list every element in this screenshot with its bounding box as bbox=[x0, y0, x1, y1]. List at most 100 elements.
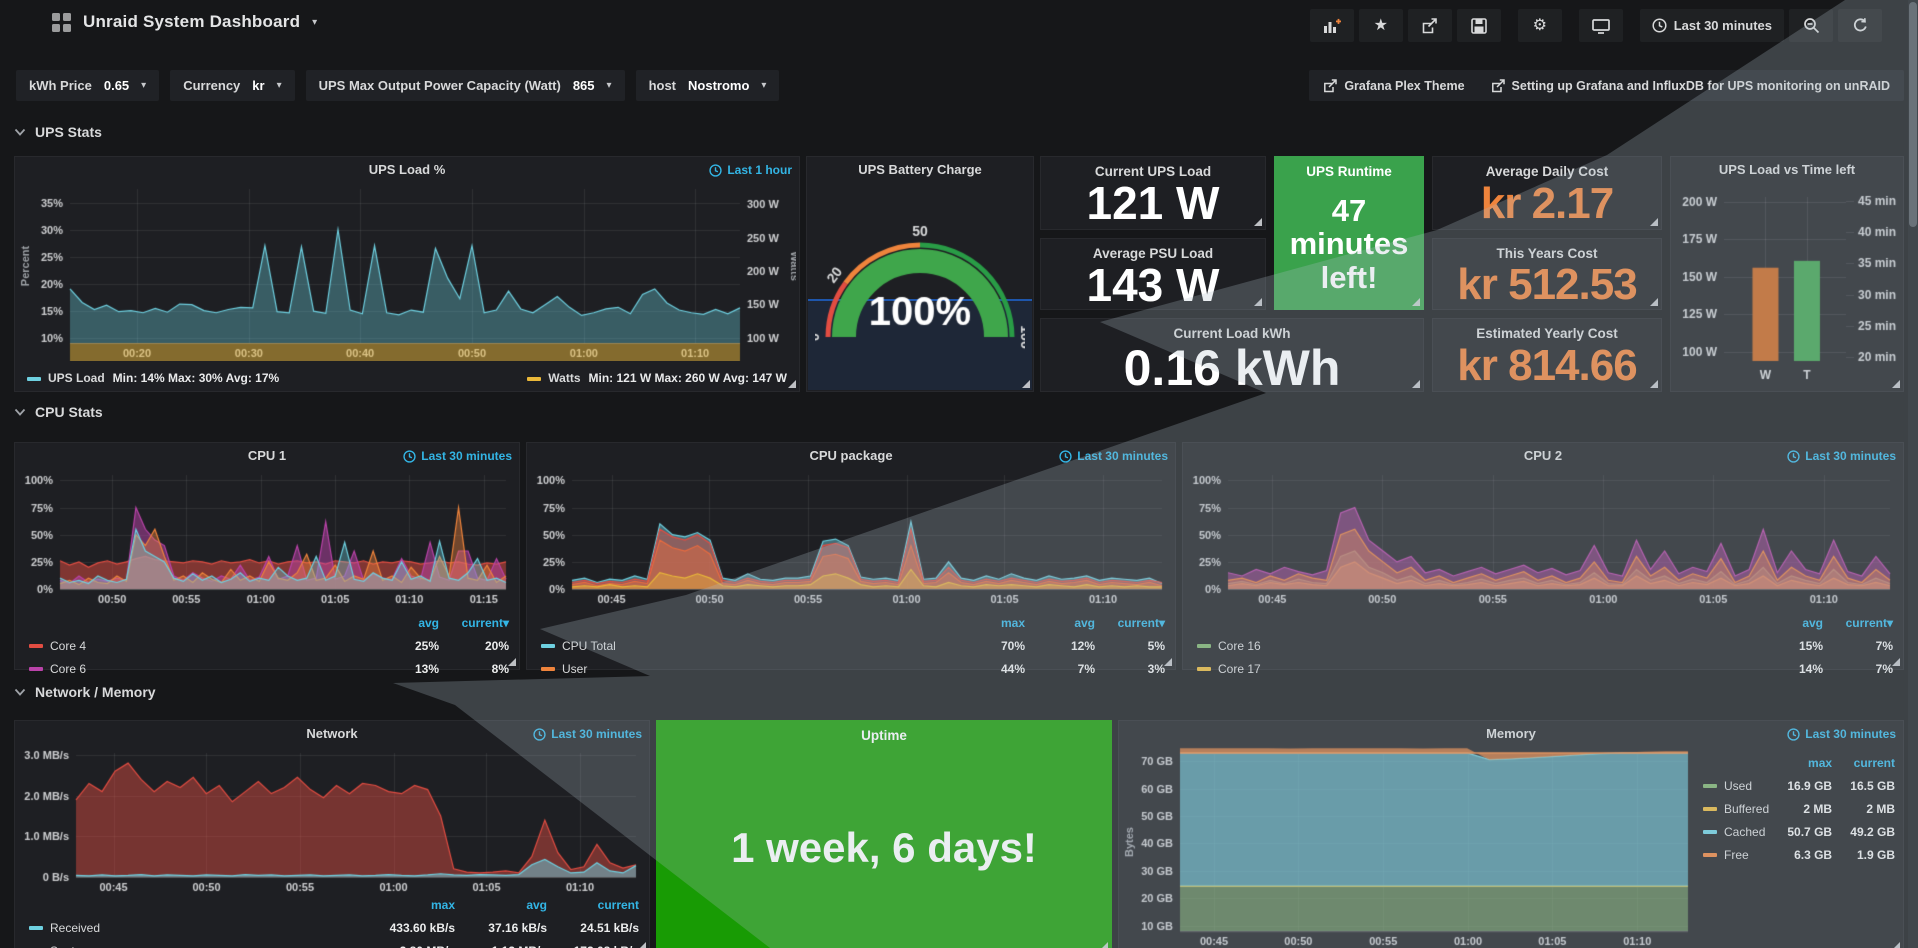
panel-title[interactable]: UPS Load vs Time left bbox=[1679, 162, 1895, 177]
dashboard-title[interactable]: Unraid System Dashboard bbox=[83, 12, 300, 32]
panel-title[interactable]: CPU package bbox=[567, 448, 1135, 463]
legend[interactable]: UPS LoadMin: 14% Max: 30% Avg: 17% WattsM… bbox=[27, 371, 787, 385]
resize-handle[interactable] bbox=[1254, 218, 1262, 226]
legend[interactable]: maxavgcurrent▾CPU Total70%12%5%User44%7%… bbox=[541, 611, 1165, 680]
legend-row[interactable]: Sent2.80 MB/s1.12 MB/s172.08 kB/s bbox=[29, 939, 639, 948]
legend-row[interactable]: Used16.9 GB16.5 GB bbox=[1703, 774, 1895, 797]
time-range-picker[interactable]: Last 30 minutes bbox=[1640, 9, 1784, 42]
resize-handle[interactable] bbox=[1650, 298, 1658, 306]
stat-title[interactable]: Average Daily Cost bbox=[1433, 164, 1661, 179]
chevron-down-icon[interactable]: ▾ bbox=[312, 17, 317, 28]
settings-button[interactable]: ⚙ bbox=[1518, 9, 1562, 42]
dashboard-variable[interactable]: hostNostromo▾ bbox=[636, 70, 780, 101]
resize-handle[interactable] bbox=[1892, 658, 1900, 666]
resize-handle[interactable] bbox=[1412, 380, 1420, 388]
time-range-badge[interactable]: Last 30 minutes bbox=[403, 449, 512, 463]
legend-column-header[interactable]: max bbox=[955, 611, 1025, 634]
legend-item[interactable]: WattsMin: 121 W Max: 260 W Avg: 147 W bbox=[527, 371, 787, 385]
dashboard-link[interactable]: Setting up Grafana and InfluxDB for UPS … bbox=[1491, 79, 1890, 93]
time-range-badge[interactable]: Last 30 minutes bbox=[533, 727, 642, 741]
variable-value[interactable]: 865 bbox=[573, 78, 595, 93]
legend-row[interactable]: Core 425%20% bbox=[29, 634, 509, 657]
legend-column-header[interactable]: avg bbox=[369, 611, 439, 634]
resize-handle[interactable] bbox=[508, 658, 516, 666]
legend-row[interactable]: Cached50.7 GB49.2 GB bbox=[1703, 820, 1895, 843]
resize-handle[interactable] bbox=[1164, 658, 1172, 666]
resize-handle[interactable] bbox=[1892, 942, 1900, 948]
dashboard-variable[interactable]: UPS Max Output Power Capacity (Watt)865▾ bbox=[306, 70, 625, 101]
resize-handle[interactable] bbox=[1022, 380, 1030, 388]
network-chart[interactable] bbox=[18, 745, 646, 895]
series-name[interactable]: UPS Load bbox=[48, 371, 105, 385]
legend-column-header[interactable]: max bbox=[1769, 751, 1832, 774]
legend-row[interactable]: Received433.60 kB/s37.16 kB/s24.51 kB/s bbox=[29, 916, 639, 939]
legend-column-header[interactable]: avg bbox=[1025, 611, 1095, 634]
resize-handle[interactable] bbox=[788, 380, 796, 388]
time-range-badge[interactable]: Last 30 minutes bbox=[1059, 449, 1168, 463]
legend-row[interactable]: Core 1615%7% bbox=[1197, 634, 1893, 657]
section-ups-stats[interactable]: UPS Stats bbox=[14, 124, 102, 140]
legend[interactable]: maxavgcurrentReceived433.60 kB/s37.16 kB… bbox=[29, 893, 639, 948]
time-range-badge[interactable]: Last 1 hour bbox=[709, 163, 792, 177]
star-button[interactable]: ★ bbox=[1359, 9, 1403, 42]
legend-column-header[interactable]: current bbox=[1832, 751, 1895, 774]
resize-handle[interactable] bbox=[1412, 298, 1420, 306]
legend[interactable]: avgcurrent▾Core 1615%7%Core 1714%7% bbox=[1197, 611, 1893, 680]
legend-row[interactable]: Buffered2 MB2 MB bbox=[1703, 797, 1895, 820]
panel-title[interactable]: Network bbox=[55, 726, 609, 741]
dashboards-grid-icon[interactable] bbox=[52, 13, 71, 32]
panel-title[interactable]: UPS Battery Charge bbox=[815, 162, 1025, 177]
tv-mode-button[interactable] bbox=[1579, 9, 1623, 42]
dashboard-variable[interactable]: kWh Price0.65▾ bbox=[16, 70, 159, 101]
resize-handle[interactable] bbox=[1254, 298, 1262, 306]
cpu2-chart[interactable] bbox=[1186, 467, 1900, 607]
time-range-badge[interactable]: Last 30 minutes bbox=[1787, 727, 1896, 741]
legend-row[interactable]: Core 613%8% bbox=[29, 657, 509, 680]
save-button[interactable] bbox=[1457, 9, 1501, 42]
ups-load-vs-time-chart[interactable] bbox=[1676, 183, 1898, 385]
cpu1-chart[interactable] bbox=[18, 467, 516, 607]
section-network-memory[interactable]: Network / Memory bbox=[14, 684, 156, 700]
dashboard-variable[interactable]: Currencykr▾ bbox=[170, 70, 294, 101]
legend-row[interactable]: Free6.3 GB1.9 GB bbox=[1703, 843, 1895, 866]
stat-title[interactable]: This Years Cost bbox=[1433, 246, 1661, 261]
ups-load-chart[interactable] bbox=[18, 181, 796, 361]
scrollbar-thumb[interactable] bbox=[1909, 2, 1917, 227]
legend-row[interactable]: User44%7%3% bbox=[541, 657, 1165, 680]
section-cpu-stats[interactable]: CPU Stats bbox=[14, 404, 103, 420]
resize-handle[interactable] bbox=[1100, 942, 1108, 948]
memory-chart[interactable] bbox=[1122, 745, 1696, 948]
variable-value[interactable]: kr bbox=[252, 78, 264, 93]
legend-column-header[interactable]: current▾ bbox=[1095, 611, 1165, 634]
dashboard-link[interactable]: Grafana Plex Theme bbox=[1323, 79, 1464, 93]
panel-title[interactable]: UPS Load % bbox=[55, 162, 759, 177]
legend-column-header[interactable]: avg bbox=[455, 893, 547, 916]
stat-title[interactable]: Uptime bbox=[657, 728, 1111, 743]
stat-title[interactable]: Estimated Yearly Cost bbox=[1433, 326, 1661, 341]
variable-value[interactable]: Nostromo bbox=[688, 78, 749, 93]
resize-handle[interactable] bbox=[1650, 218, 1658, 226]
legend-row[interactable]: CPU Total70%12%5% bbox=[541, 634, 1165, 657]
legend-column-header[interactable]: avg bbox=[1753, 611, 1823, 634]
legend-column-header[interactable]: current▾ bbox=[1823, 611, 1893, 634]
resize-handle[interactable] bbox=[1650, 380, 1658, 388]
legend[interactable]: avgcurrent▾Core 425%20%Core 613%8% bbox=[29, 611, 509, 680]
stat-title[interactable]: Current Load kWh bbox=[1041, 326, 1423, 341]
series-name[interactable]: Watts bbox=[548, 371, 580, 385]
time-range-badge[interactable]: Last 30 minutes bbox=[1787, 449, 1896, 463]
page-scrollbar[interactable] bbox=[1908, 0, 1918, 948]
resize-handle[interactable] bbox=[1892, 380, 1900, 388]
resize-handle[interactable] bbox=[638, 942, 646, 948]
zoom-out-button[interactable] bbox=[1789, 9, 1833, 42]
variable-value[interactable]: 0.65 bbox=[104, 78, 129, 93]
panel-title[interactable]: CPU 2 bbox=[1223, 448, 1863, 463]
legend-item[interactable]: UPS LoadMin: 14% Max: 30% Avg: 17% bbox=[27, 371, 279, 385]
legend-column-header[interactable]: current bbox=[547, 893, 639, 916]
share-button[interactable] bbox=[1408, 9, 1452, 42]
refresh-button[interactable] bbox=[1838, 9, 1882, 42]
legend-row[interactable]: Core 1714%7% bbox=[1197, 657, 1893, 680]
legend[interactable]: maxcurrentUsed16.9 GB16.5 GBBuffered2 MB… bbox=[1703, 751, 1895, 866]
panel-title[interactable]: Memory bbox=[1159, 726, 1863, 741]
battery-gauge[interactable] bbox=[815, 183, 1025, 383]
stat-title[interactable]: UPS Runtime bbox=[1275, 164, 1423, 179]
